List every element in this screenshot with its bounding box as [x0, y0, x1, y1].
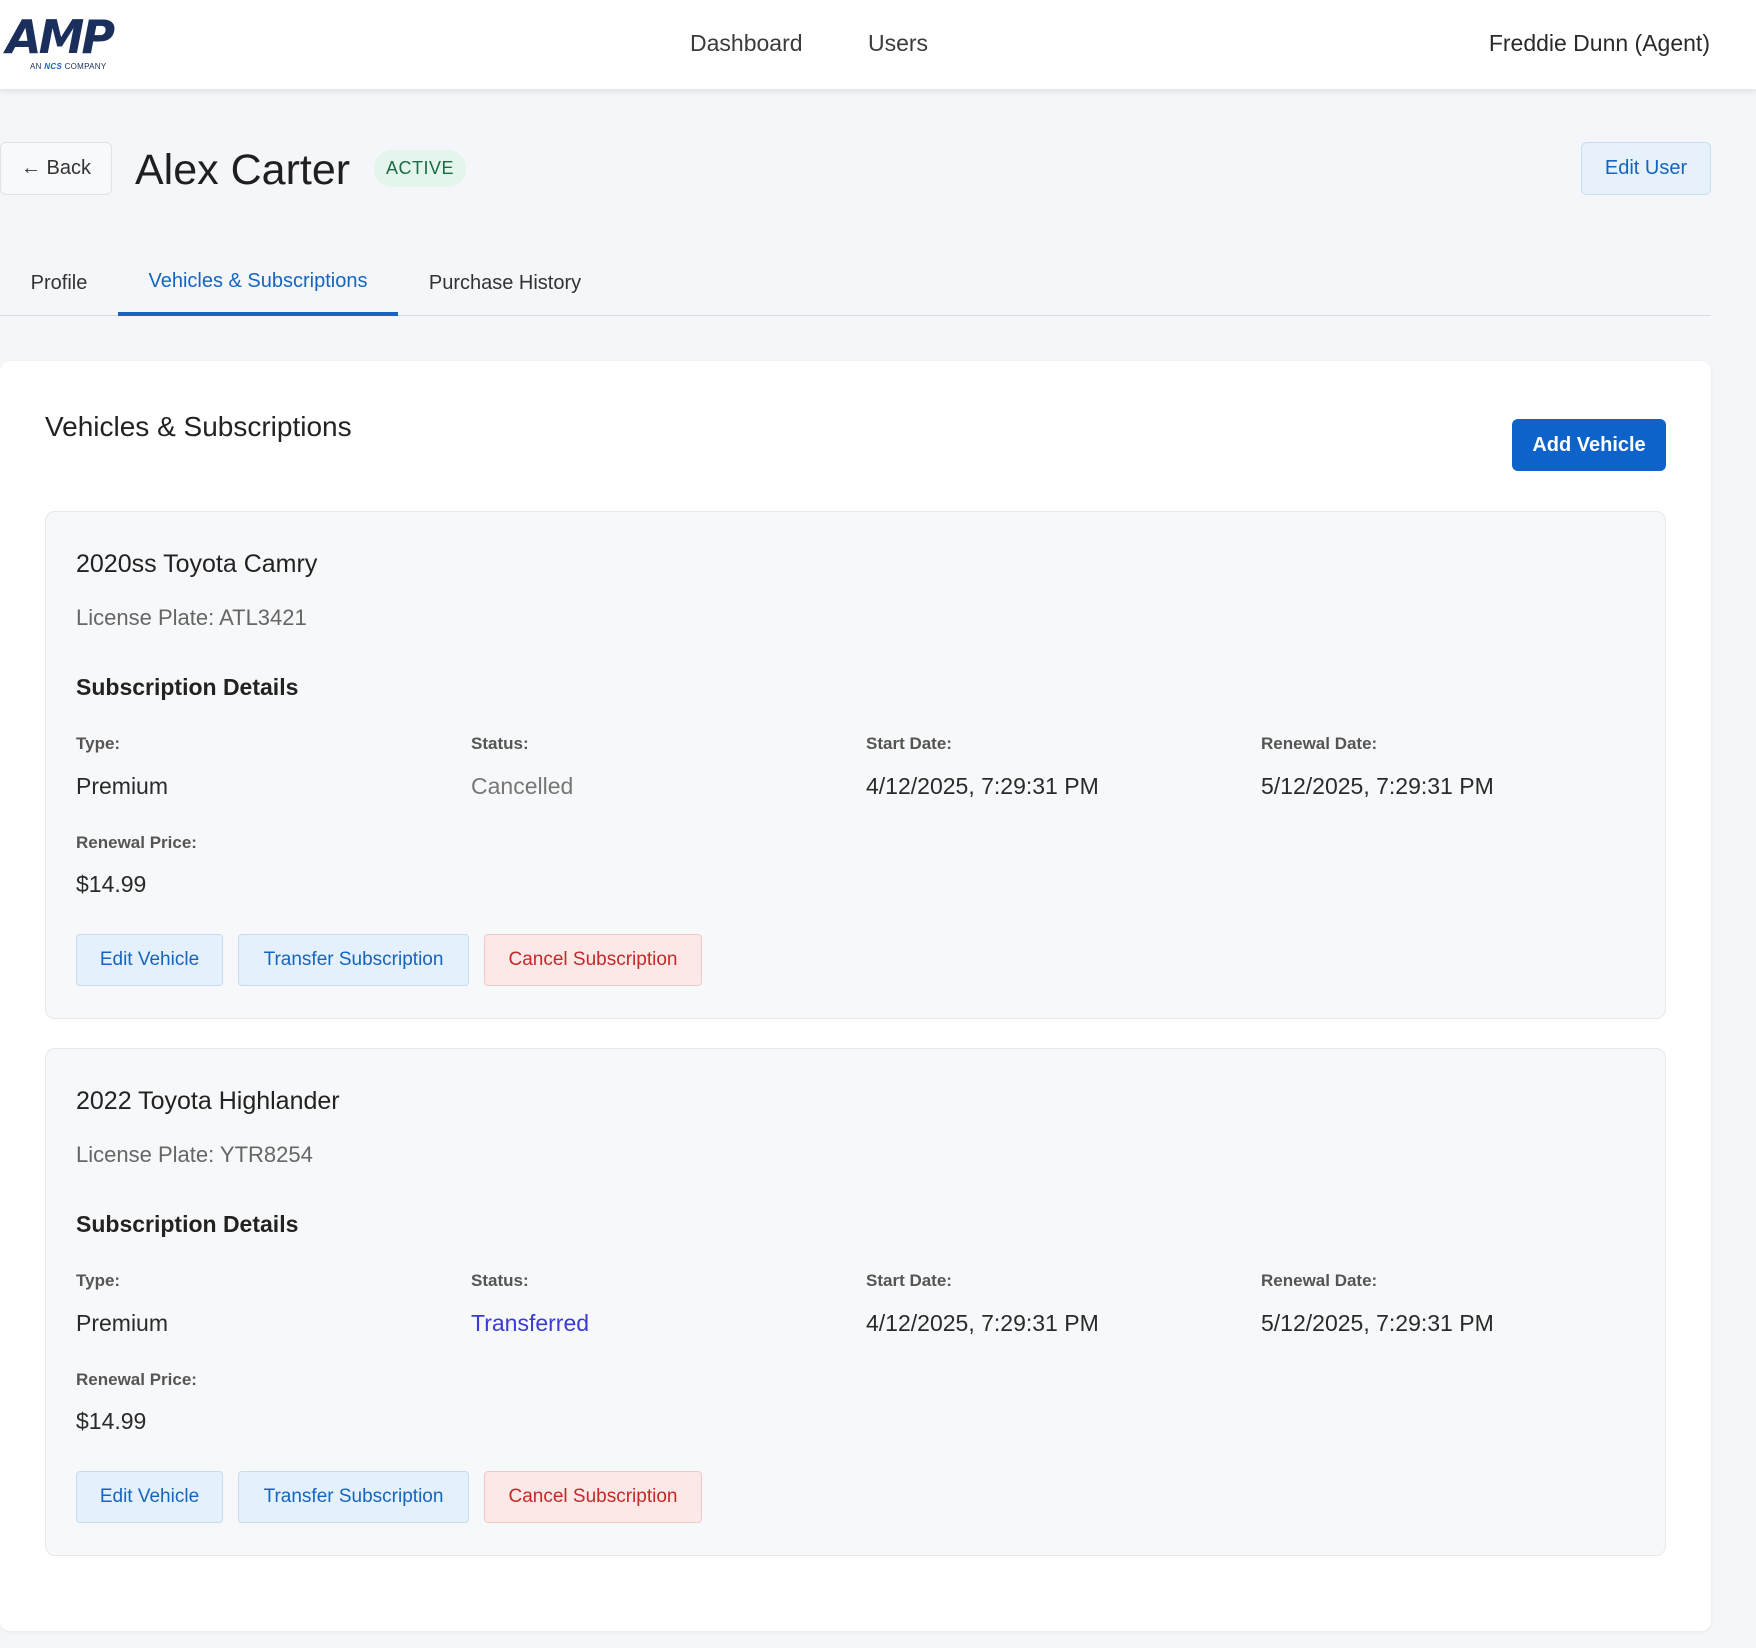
- logo-wordmark: AMP: [6, 10, 115, 64]
- status-label: Status:: [471, 734, 529, 753]
- license-plate: License Plate: YTR8254: [76, 1142, 313, 1167]
- subscription-status: Cancelled: [471, 773, 574, 799]
- type-label: Type:: [76, 1271, 121, 1290]
- vehicle-card: 2022 Toyota Highlander License Plate: YT…: [45, 1048, 1666, 1556]
- tab-vehicles-subscriptions[interactable]: Vehicles & Subscriptions: [118, 250, 398, 316]
- tab-profile[interactable]: Profile: [0, 250, 118, 316]
- renewal-date: 5/12/2025, 7:29:31 PM: [1261, 1310, 1494, 1336]
- vehicle-name: 2022 Toyota Highlander: [76, 1087, 340, 1115]
- tab-purchase-history[interactable]: Purchase History: [398, 250, 612, 316]
- nav-users[interactable]: Users: [868, 30, 928, 57]
- renewal-date-label: Renewal Date:: [1261, 1271, 1378, 1290]
- logo-tagline: AN NCS COMPANY: [30, 62, 107, 71]
- subscription-details-heading: Subscription Details: [76, 1211, 299, 1237]
- renewal-price: $14.99: [76, 871, 147, 897]
- edit-vehicle-button[interactable]: Edit Vehicle: [76, 934, 223, 986]
- license-plate: License Plate: ATL3421: [76, 605, 307, 630]
- back-button[interactable]: ← Back: [0, 142, 112, 195]
- renewal-date-label: Renewal Date:: [1261, 734, 1378, 753]
- renewal-price-label: Renewal Price:: [76, 1370, 197, 1389]
- cancel-subscription-button[interactable]: Cancel Subscription: [484, 1471, 702, 1523]
- edit-user-button[interactable]: Edit User: [1581, 142, 1711, 195]
- status-label: Status:: [471, 1271, 529, 1290]
- start-date: 4/12/2025, 7:29:31 PM: [866, 773, 1099, 799]
- vehicle-name: 2020ss Toyota Camry: [76, 550, 318, 578]
- renewal-date: 5/12/2025, 7:29:31 PM: [1261, 773, 1494, 799]
- nav-dashboard[interactable]: Dashboard: [690, 30, 803, 57]
- renewal-price-label: Renewal Price:: [76, 833, 197, 852]
- subscription-type: Premium: [76, 773, 169, 799]
- subscription-status: Transferred: [471, 1310, 590, 1336]
- renewal-price: $14.99: [76, 1408, 147, 1434]
- section-title: Vehicles & Subscriptions: [45, 411, 352, 442]
- amp-logo[interactable]: AMP AN NCS COMPANY: [6, 14, 146, 74]
- vehicle-card: 2020ss Toyota Camry License Plate: ATL34…: [45, 511, 1666, 1019]
- logo-tagline-prefix: AN: [30, 62, 45, 71]
- cancel-subscription-button[interactable]: Cancel Subscription: [484, 934, 702, 986]
- status-badge: ACTIVE: [374, 150, 467, 187]
- type-label: Type:: [76, 734, 121, 753]
- subscription-details-heading: Subscription Details: [76, 674, 299, 700]
- edit-vehicle-button[interactable]: Edit Vehicle: [76, 1471, 223, 1523]
- add-vehicle-button[interactable]: Add Vehicle: [1512, 419, 1666, 471]
- logo-tagline-suffix: COMPANY: [62, 62, 107, 71]
- current-user-name[interactable]: Freddie Dunn (Agent): [1489, 30, 1710, 57]
- page-title: Alex Carter: [135, 146, 351, 194]
- start-date-label: Start Date:: [866, 734, 952, 753]
- start-date: 4/12/2025, 7:29:31 PM: [866, 1310, 1099, 1336]
- transfer-subscription-button[interactable]: Transfer Subscription: [238, 934, 469, 986]
- transfer-subscription-button[interactable]: Transfer Subscription: [238, 1471, 469, 1523]
- top-navbar: AMP AN NCS COMPANY Dashboard Users Fredd…: [0, 0, 1756, 89]
- vehicles-panel: Vehicles & Subscriptions Add Vehicle 202…: [0, 361, 1711, 1631]
- subscription-type: Premium: [76, 1310, 169, 1336]
- logo-tagline-brand: NCS: [44, 62, 63, 71]
- tab-bar: Profile Vehicles & Subscriptions Purchas…: [0, 250, 1711, 316]
- start-date-label: Start Date:: [866, 1271, 952, 1290]
